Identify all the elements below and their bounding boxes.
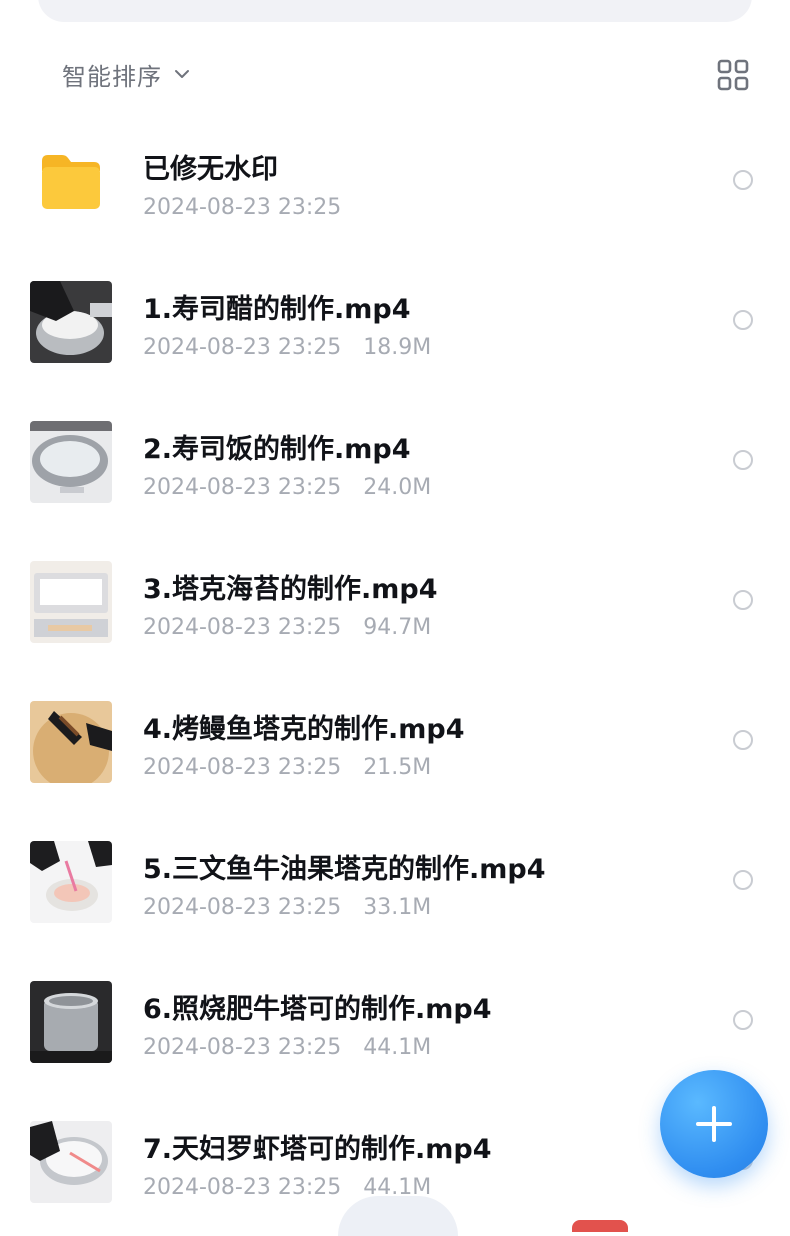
file-name: 2.寿司饭的制作.mp4 xyxy=(143,434,411,465)
file-name: 5.三文鱼牛油果塔克的制作.mp4 xyxy=(143,854,546,885)
video-thumbnail xyxy=(30,841,112,923)
video-thumbnail xyxy=(30,421,112,503)
file-date: 2024-08-23 23:25 xyxy=(143,475,342,500)
file-name: 7.天妇罗虾塔可的制作.mp4 xyxy=(143,1134,492,1165)
video-thumbnail xyxy=(30,981,112,1063)
sort-dropdown[interactable]: 智能排序 xyxy=(62,56,192,92)
bottom-decoration xyxy=(338,1196,458,1236)
file-row[interactable]: 3.塔克海苔的制作.mp4 2024-08-23 23:25 94.7M xyxy=(0,531,790,671)
grid-view-icon[interactable] xyxy=(716,58,750,92)
file-size: 44.1M xyxy=(363,1035,432,1060)
file-date: 2024-08-23 23:25 xyxy=(143,895,342,920)
file-row[interactable]: 5.三文鱼牛油果塔克的制作.mp4 2024-08-23 23:25 33.1M xyxy=(0,811,790,951)
file-size: 24.0M xyxy=(363,475,432,500)
chevron-down-icon xyxy=(175,70,189,78)
file-date: 2024-08-23 23:25 xyxy=(143,195,342,220)
file-name: 3.塔克海苔的制作.mp4 xyxy=(143,574,438,605)
file-meta: 2024-08-23 23:25 94.7M xyxy=(143,615,431,640)
file-date: 2024-08-23 23:25 xyxy=(143,755,342,780)
bottom-tab-peek xyxy=(572,1220,628,1232)
folder-icon xyxy=(42,155,100,209)
file-row[interactable]: 6.照烧肥牛塔可的制作.mp4 2024-08-23 23:25 44.1M xyxy=(0,951,790,1091)
sort-label: 智能排序 xyxy=(62,62,162,91)
file-meta: 2024-08-23 23:25 21.5M xyxy=(143,755,431,780)
select-radio[interactable] xyxy=(733,730,753,750)
add-button[interactable] xyxy=(660,1070,768,1178)
video-thumbnail xyxy=(30,701,112,783)
file-list: 已修无水印 2024-08-23 23:25 1.寿司醋的制作.mp4 2024… xyxy=(0,111,790,1231)
select-radio[interactable] xyxy=(733,590,753,610)
file-meta: 2024-08-23 23:25 33.1M xyxy=(143,895,431,920)
file-name: 1.寿司醋的制作.mp4 xyxy=(143,294,411,325)
video-thumbnail xyxy=(30,281,112,363)
file-row[interactable]: 2.寿司饭的制作.mp4 2024-08-23 23:25 24.0M xyxy=(0,391,790,531)
file-size: 33.1M xyxy=(363,895,432,920)
select-radio[interactable] xyxy=(733,870,753,890)
select-radio[interactable] xyxy=(733,450,753,470)
folder-row[interactable]: 已修无水印 2024-08-23 23:25 xyxy=(0,111,790,251)
file-date: 2024-08-23 23:25 xyxy=(143,1035,342,1060)
select-radio[interactable] xyxy=(733,170,753,190)
file-name: 6.照烧肥牛塔可的制作.mp4 xyxy=(143,994,492,1025)
file-size: 94.7M xyxy=(363,615,432,640)
file-meta: 2024-08-23 23:25 18.9M xyxy=(143,335,431,360)
plus-icon xyxy=(696,1106,732,1142)
file-row[interactable]: 1.寿司醋的制作.mp4 2024-08-23 23:25 18.9M xyxy=(0,251,790,391)
file-name: 已修无水印 xyxy=(143,154,278,185)
file-size: 18.9M xyxy=(363,335,432,360)
file-date: 2024-08-23 23:25 xyxy=(143,615,342,640)
select-radio[interactable] xyxy=(733,310,753,330)
file-date: 2024-08-23 23:25 xyxy=(143,1175,342,1200)
file-size: 21.5M xyxy=(363,755,432,780)
file-meta: 2024-08-23 23:25 xyxy=(143,195,341,220)
select-radio[interactable] xyxy=(733,1010,753,1030)
file-date: 2024-08-23 23:25 xyxy=(143,335,342,360)
video-thumbnail xyxy=(30,1121,112,1203)
file-meta: 2024-08-23 23:25 44.1M xyxy=(143,1035,431,1060)
file-row[interactable]: 4.烤鳗鱼塔克的制作.mp4 2024-08-23 23:25 21.5M xyxy=(0,671,790,811)
file-name: 4.烤鳗鱼塔克的制作.mp4 xyxy=(143,714,465,745)
file-meta: 2024-08-23 23:25 24.0M xyxy=(143,475,431,500)
video-thumbnail xyxy=(30,561,112,643)
search-bar[interactable] xyxy=(38,0,752,22)
